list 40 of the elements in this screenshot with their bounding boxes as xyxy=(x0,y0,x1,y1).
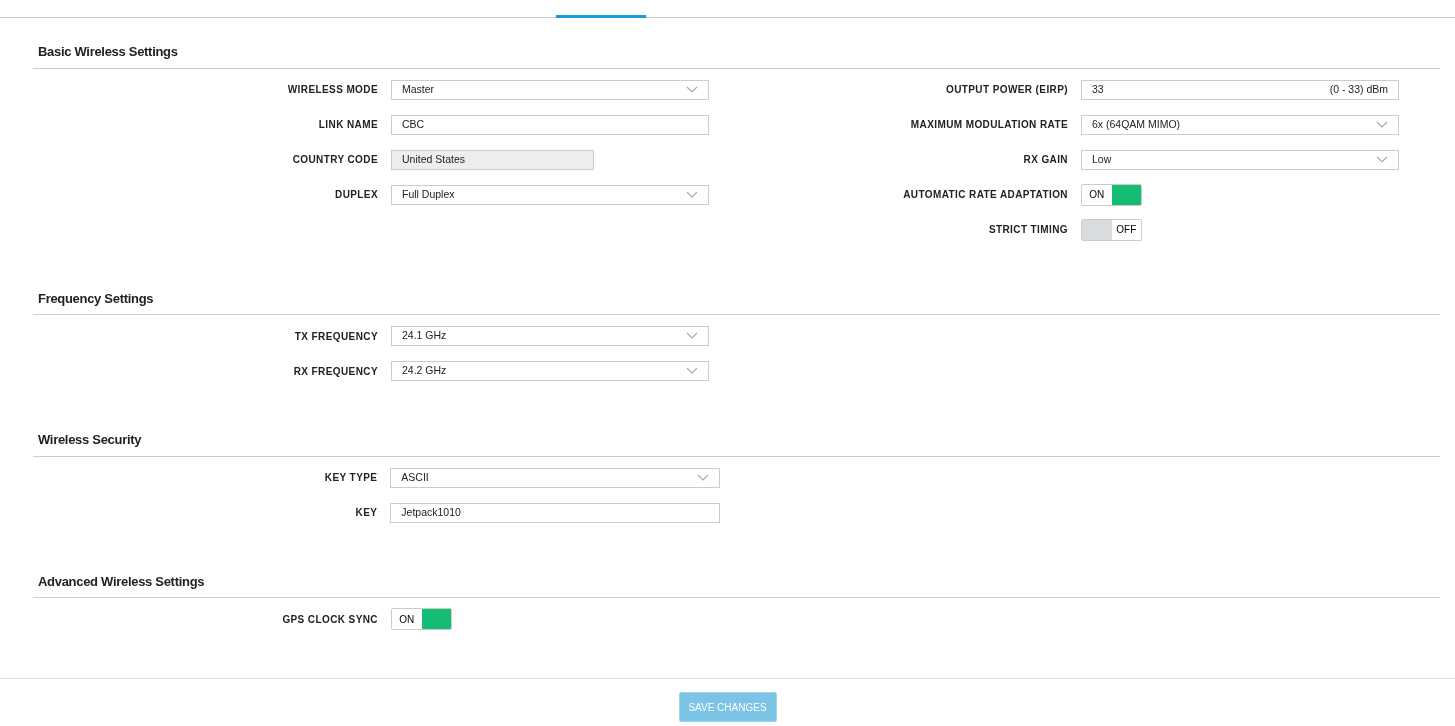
field-label: DUPLEX xyxy=(334,188,378,203)
dropdown-field[interactable]: Low xyxy=(1081,149,1399,170)
field-label: WIRELESS MODE xyxy=(286,83,378,98)
chevron-down-icon xyxy=(686,85,698,94)
section-heading: Advanced Wireless Settings xyxy=(33,547,1440,599)
dropdown-field[interactable]: 24.1 GHz xyxy=(391,326,709,347)
section-heading: Wireless Security xyxy=(33,406,1440,457)
chevron-down-icon xyxy=(686,332,698,341)
readonly-field: United States xyxy=(391,149,594,170)
dropdown-field[interactable]: ASCII xyxy=(390,467,720,488)
chevron-down-icon xyxy=(697,473,709,482)
input-field[interactable]: CBC xyxy=(391,114,709,135)
chevron-down-icon xyxy=(1376,155,1388,164)
field-label: COUNTRY CODE xyxy=(291,153,378,168)
field-label: AUTOMATIC RATE ADAPTATION xyxy=(902,188,1068,203)
dropdown-field[interactable]: Full Duplex xyxy=(391,184,709,205)
chevron-down-icon xyxy=(686,190,698,199)
field-label: TX FREQUENCY xyxy=(293,329,378,344)
field-label: STRICT TIMING xyxy=(987,223,1068,238)
dropdown-field[interactable]: Master xyxy=(391,79,709,100)
range-hint: (0 - 33) dBm xyxy=(1329,81,1388,97)
field-label: RX GAIN xyxy=(1022,153,1068,168)
field-label: OUTPUT POWER (EIRP) xyxy=(944,83,1068,98)
field-label: KEY xyxy=(354,506,378,521)
toggle-switch[interactable]: OFF xyxy=(1081,218,1142,241)
section-heading: Basic Wireless Settings xyxy=(33,18,1440,69)
chevron-down-icon xyxy=(686,367,698,376)
input-field[interactable]: 33 (0 - 33) dBm xyxy=(1081,79,1399,100)
toggle-switch[interactable]: ON xyxy=(1081,183,1142,206)
chevron-down-icon xyxy=(1376,120,1388,129)
field-label: GPS CLOCK SYNC xyxy=(281,612,378,627)
field-label: KEY TYPE xyxy=(323,471,378,486)
dropdown-field[interactable]: 6x (64QAM MIMO) xyxy=(1081,114,1399,135)
field-label: LINK NAME xyxy=(317,118,378,133)
section-heading: Frequency Settings xyxy=(33,264,1440,316)
field-label: RX FREQUENCY xyxy=(292,364,378,379)
toggle-switch[interactable]: ON xyxy=(391,608,452,631)
field-label: MAXIMUM MODULATION RATE xyxy=(909,118,1068,133)
input-field[interactable]: Jetpack1010 xyxy=(390,502,720,523)
dropdown-field[interactable]: 24.2 GHz xyxy=(391,361,709,382)
